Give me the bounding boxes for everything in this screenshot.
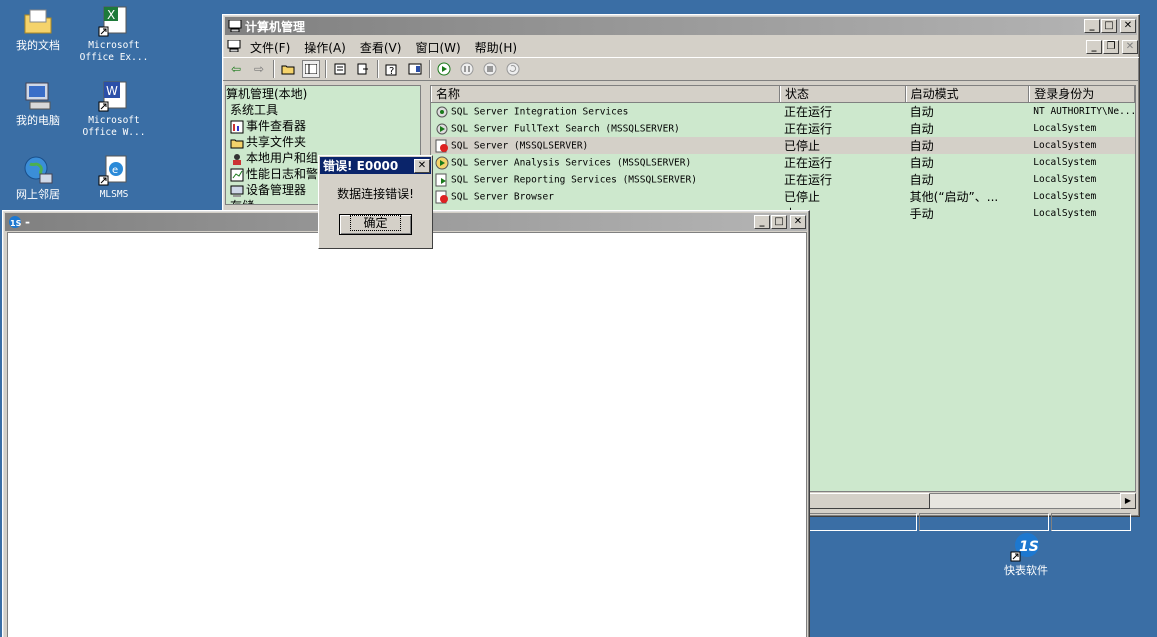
forward-arrow-icon[interactable]: ⇨: [250, 60, 268, 78]
app-maximize-button[interactable]: □: [771, 215, 787, 229]
desktop-icon-my-computer[interactable]: 我的电脑: [2, 80, 74, 127]
tree-item-event-viewer[interactable]: 事件查看器: [226, 118, 420, 134]
ok-button[interactable]: 确定: [339, 214, 412, 235]
child-close-button[interactable]: ✕: [1122, 40, 1138, 54]
event-viewer-icon: [230, 120, 244, 134]
service-gear-icon: [435, 156, 449, 170]
table-row[interactable]: SQL Server FullText Search (MSSQLSERVER)…: [431, 120, 1135, 137]
menubar: 文件(F) 操作(A) 查看(V) 窗口(W) 帮助(H) _ ❐ ✕: [223, 37, 1139, 57]
svg-text:1S: 1S: [10, 219, 22, 228]
dialog-message: 数据连接错误!: [337, 187, 414, 201]
desktop-icon-excel[interactable]: X Microsoft Office Ex...: [78, 5, 150, 64]
list-header: 名称 状态 启动模式 登录身份为: [431, 86, 1135, 103]
maximize-button[interactable]: □: [1101, 19, 1117, 33]
menu-window[interactable]: 窗口(W): [408, 39, 467, 56]
start-service-icon[interactable]: [435, 60, 453, 78]
restart-service-icon[interactable]: [504, 60, 522, 78]
minimize-button[interactable]: _: [1084, 19, 1100, 33]
error-dialog: 错误! E0000 ✕ 数据连接错误! 确定: [318, 155, 433, 249]
pause-service-icon[interactable]: [458, 60, 476, 78]
service-gear-icon: [435, 173, 449, 187]
users-icon: [230, 152, 244, 166]
tree-root[interactable]: 算机管理(本地): [226, 86, 420, 102]
column-header-startup[interactable]: 启动模式: [905, 86, 1030, 102]
app-content-area[interactable]: [7, 232, 807, 637]
table-row[interactable]: SQL Server (MSSQLSERVER) 已停止 自动 LocalSys…: [431, 137, 1135, 154]
up-folder-icon[interactable]: [279, 60, 297, 78]
my-documents-icon: [22, 5, 54, 37]
svg-text:X: X: [107, 8, 115, 22]
svg-text:?: ?: [389, 66, 394, 76]
properties-icon[interactable]: [331, 60, 349, 78]
column-header-logon[interactable]: 登录身份为: [1029, 86, 1135, 102]
my-computer-icon: [22, 80, 54, 112]
column-header-name[interactable]: 名称: [431, 86, 780, 102]
service-stopped-icon: [435, 139, 449, 153]
stop-service-icon[interactable]: [481, 60, 499, 78]
desktop-icon-my-documents[interactable]: 我的文档: [2, 5, 74, 52]
scroll-right-arrow-icon[interactable]: ▶: [1120, 493, 1136, 509]
svg-text:e: e: [112, 165, 118, 176]
column-header-status[interactable]: 状态: [779, 86, 906, 102]
tree-system-tools[interactable]: 系统工具: [226, 102, 420, 118]
service-gear-icon: [435, 122, 449, 136]
desktop-icon-kuaibiao[interactable]: 1S 快表软件: [990, 530, 1062, 577]
window-title: 计算机管理: [245, 19, 306, 34]
menu-file[interactable]: 文件(F): [243, 39, 297, 56]
app-close-button[interactable]: ✕: [790, 215, 806, 229]
help-icon[interactable]: ?: [383, 60, 401, 78]
desktop-icon-word[interactable]: W Microsoft Office W...: [78, 80, 150, 139]
app-logo-icon: 1S: [8, 215, 22, 229]
table-row[interactable]: SQL Server Browser 已停止 其他(“启动”、... Local…: [431, 188, 1135, 205]
show-tree-icon[interactable]: [302, 60, 320, 78]
svg-text:W: W: [106, 84, 118, 98]
word-shortcut-icon: W: [98, 80, 130, 112]
kuaibiao-shortcut-icon: 1S: [1010, 530, 1042, 562]
menu-action[interactable]: 操作(A): [297, 39, 353, 56]
app-window: 1S - _ □ ✕: [2, 210, 810, 637]
desktop-icon-network[interactable]: 网上邻居: [2, 154, 74, 201]
tree-item-shared-folders[interactable]: 共享文件夹: [226, 134, 420, 150]
shared-folder-icon: [230, 136, 244, 150]
child-minimize-button[interactable]: _: [1086, 40, 1102, 54]
table-row[interactable]: SQL Server Reporting Services (MSSQLSERV…: [431, 171, 1135, 188]
svg-text:1S: 1S: [1019, 539, 1039, 555]
mlsms-shortcut-icon: e: [98, 154, 130, 186]
dialog-close-button[interactable]: ✕: [414, 158, 430, 173]
close-button[interactable]: ✕: [1120, 19, 1136, 33]
device-manager-icon: [230, 184, 244, 198]
excel-shortcut-icon: X: [98, 5, 130, 37]
network-places-icon: [22, 154, 54, 186]
service-stopped-icon: [435, 190, 449, 204]
dialog-titlebar[interactable]: 错误! E0000 ✕: [320, 157, 431, 174]
computer-icon: [228, 19, 242, 33]
service-gear-icon: [435, 105, 449, 119]
table-row[interactable]: SQL Server Analysis Services (MSSQLSERVE…: [431, 154, 1135, 171]
app-minimize-button[interactable]: _: [754, 215, 770, 229]
cm-titlebar[interactable]: 计算机管理 _ □ ✕: [225, 17, 1137, 35]
menu-view[interactable]: 查看(V): [353, 39, 409, 56]
child-restore-button[interactable]: ❐: [1103, 40, 1119, 54]
menu-help[interactable]: 帮助(H): [468, 39, 524, 56]
mdi-child-icon[interactable]: [227, 39, 243, 54]
dialog-title: 错误! E0000: [323, 159, 399, 173]
desktop-icon-mlsms[interactable]: e MLSMS: [78, 154, 150, 201]
table-row[interactable]: SQL Server Integration Services 正在运行 自动 …: [431, 103, 1135, 120]
export-list-icon[interactable]: [354, 60, 372, 78]
console-icon[interactable]: [406, 60, 424, 78]
performance-log-icon: [230, 168, 244, 182]
toolbar: ⇦ ⇨ ?: [223, 57, 1139, 81]
back-arrow-icon[interactable]: ⇦: [227, 60, 245, 78]
